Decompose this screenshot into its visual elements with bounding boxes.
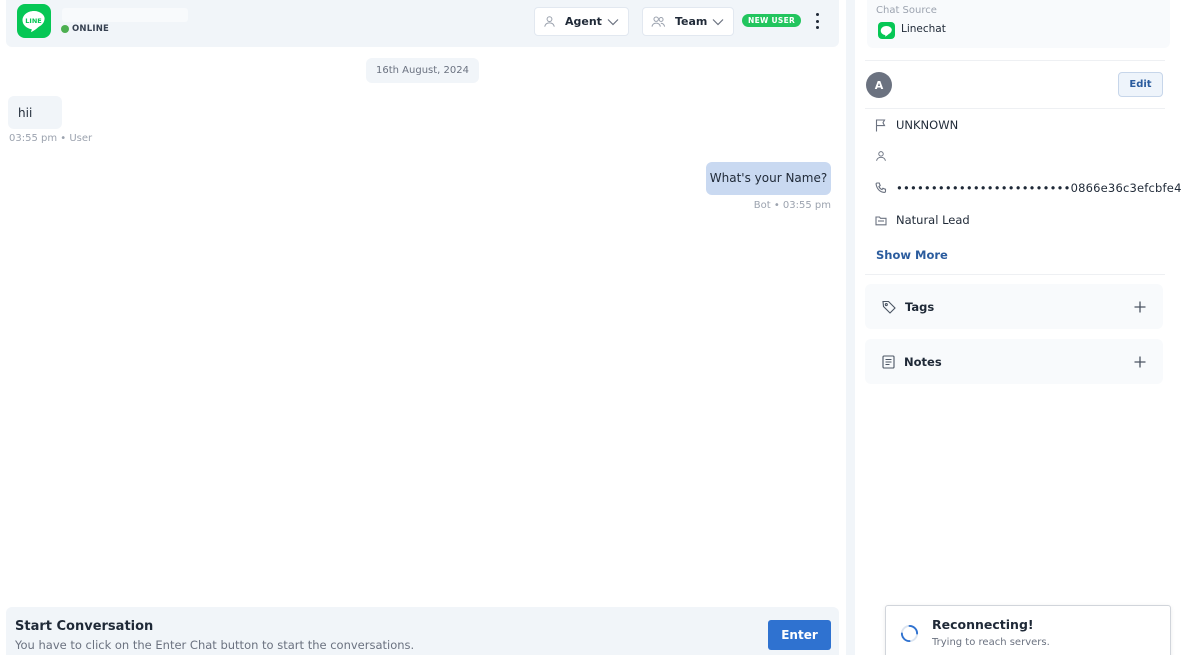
- start-conversation-subtitle: You have to click on the Enter Chat butt…: [15, 638, 415, 652]
- chat-source-card: Chat Source Linechat: [867, 0, 1170, 48]
- online-status: ONLINE: [61, 24, 109, 34]
- enter-chat-button[interactable]: Enter: [768, 620, 831, 650]
- user-icon: [875, 150, 889, 162]
- toast-subtitle: Trying to reach servers.: [932, 637, 1050, 648]
- kebab-menu-icon[interactable]: [811, 12, 823, 30]
- contact-status-value: UNKNOWN: [896, 118, 959, 132]
- notes-icon: [882, 354, 895, 369]
- new-user-badge: NEW USER: [742, 14, 802, 27]
- online-status-label: ONLINE: [72, 24, 110, 34]
- divider: [865, 108, 1165, 109]
- plus-icon[interactable]: [1134, 301, 1146, 313]
- divider: [865, 274, 1165, 275]
- notes-section[interactable]: Notes: [865, 339, 1163, 384]
- column-divider: [846, 0, 855, 655]
- lead-source-row: Natural Lead: [875, 213, 970, 227]
- toast-title: Reconnecting!: [932, 617, 1034, 632]
- flag-icon: [875, 118, 889, 132]
- chat-header: LINE ONLINE Agent Team NEW USER: [6, 0, 839, 47]
- chevron-down-icon: [607, 18, 619, 26]
- chat-source-label: Chat Source: [876, 5, 937, 16]
- user-name-redacted: [62, 8, 188, 22]
- linechat-icon: [878, 22, 895, 39]
- phone-icon: [875, 182, 889, 194]
- contact-phone-value: •••••••••••••••••••••••••0866e36c3efcbfe…: [896, 181, 1182, 195]
- agent-select[interactable]: Agent: [534, 7, 629, 36]
- user-icon: [543, 15, 556, 28]
- bot-message-meta: Bot • 03:55 pm: [753, 200, 831, 211]
- lead-source-value: Natural Lead: [896, 213, 970, 227]
- folder-icon: [875, 215, 889, 226]
- date-separator: 16th August, 2024: [366, 58, 479, 83]
- notes-label: Notes: [904, 354, 942, 369]
- contact-status-row: UNKNOWN: [875, 118, 958, 132]
- divider: [865, 60, 1165, 61]
- contact-phone-row: •••••••••••••••••••••••••0866e36c3efcbfe…: [875, 181, 1182, 195]
- contact-details-panel: Chat Source Linechat A Edit UNKNOWN ••••…: [855, 0, 1185, 655]
- chevron-down-icon: [712, 18, 724, 26]
- avatar: A: [866, 72, 892, 98]
- online-dot-icon: [61, 25, 69, 33]
- team-select[interactable]: Team: [642, 7, 734, 36]
- user-message-bubble: hii: [8, 96, 62, 129]
- spinner-icon: [900, 624, 919, 647]
- show-more-link[interactable]: Show More: [876, 248, 948, 262]
- start-conversation-title: Start Conversation: [15, 619, 154, 634]
- contact-name-row: [875, 150, 896, 162]
- tags-label: Tags: [905, 299, 935, 314]
- bot-message-bubble: What's your Name?: [706, 162, 831, 195]
- edit-contact-button[interactable]: Edit: [1118, 72, 1163, 97]
- line-logo-icon: LINE: [17, 4, 51, 38]
- chat-source-name: Linechat: [901, 23, 946, 35]
- plus-icon[interactable]: [1134, 356, 1146, 368]
- chat-panel: LINE ONLINE Agent Team NEW USER 16th Aug…: [0, 0, 846, 655]
- team-select-label: Team: [675, 15, 708, 28]
- users-icon: [651, 15, 666, 28]
- line-logo-text: LINE: [25, 17, 41, 25]
- user-message-meta: 03:55 pm • User: [9, 133, 93, 144]
- reconnecting-toast: Reconnecting! Trying to reach servers.: [885, 605, 1171, 655]
- tag-icon: [882, 300, 896, 314]
- tags-section[interactable]: Tags: [865, 284, 1163, 329]
- agent-select-label: Agent: [565, 15, 602, 28]
- start-conversation-bar: Start Conversation You have to click on …: [6, 607, 839, 655]
